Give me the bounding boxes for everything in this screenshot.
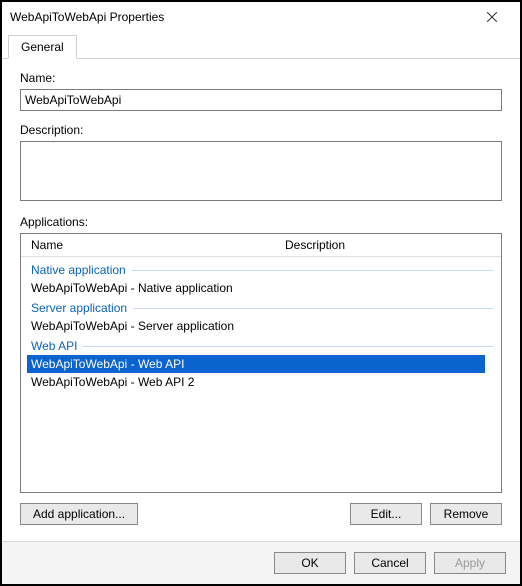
column-header-description[interactable]: Description	[281, 238, 501, 252]
name-input[interactable]	[20, 89, 502, 111]
description-label: Description:	[20, 123, 502, 137]
group-header[interactable]: Web API	[27, 335, 495, 355]
apply-button[interactable]: Apply	[434, 552, 506, 574]
applications-header: Name Description	[21, 234, 501, 257]
applications-label: Applications:	[20, 215, 502, 229]
group-header-line	[132, 270, 493, 271]
ok-button[interactable]: OK	[274, 552, 346, 574]
window-title: WebApiToWebApi Properties	[10, 10, 472, 24]
name-label: Name:	[20, 71, 502, 85]
group-header-line	[83, 346, 493, 347]
close-icon	[487, 12, 497, 22]
description-input[interactable]	[20, 141, 502, 201]
tab-general[interactable]: General	[8, 35, 77, 59]
cancel-button[interactable]: Cancel	[354, 552, 426, 574]
add-application-button[interactable]: Add application...	[20, 503, 138, 525]
applications-button-row: Add application... Edit... Remove	[20, 503, 502, 525]
remove-button[interactable]: Remove	[430, 503, 502, 525]
close-button[interactable]	[472, 3, 512, 31]
dialog-footer: OK Cancel Apply	[2, 541, 520, 584]
column-header-name[interactable]: Name	[21, 238, 281, 252]
properties-dialog: WebApiToWebApi Properties General Name: …	[0, 0, 522, 586]
group-header[interactable]: Server application	[27, 297, 495, 317]
application-row[interactable]: WebApiToWebApi - Web API	[27, 355, 485, 373]
application-row[interactable]: WebApiToWebApi - Server application	[27, 317, 495, 335]
titlebar: WebApiToWebApi Properties	[2, 2, 520, 32]
group-header[interactable]: Native application	[27, 259, 495, 279]
group-header-label: Server application	[31, 301, 127, 315]
group-header-label: Web API	[31, 339, 77, 353]
applications-list[interactable]: Native application WebApiToWebApi - Nativ…	[21, 257, 501, 492]
tab-content-general: Name: Description: Applications: Name De…	[2, 59, 520, 541]
applications-list-box: Name Description Native application WebAp…	[20, 233, 502, 493]
group-header-line	[133, 308, 493, 309]
group-header-label: Native application	[31, 263, 126, 277]
application-row[interactable]: WebApiToWebApi - Native application	[27, 279, 495, 297]
edit-button[interactable]: Edit...	[350, 503, 422, 525]
application-row[interactable]: WebApiToWebApi - Web API 2	[27, 373, 495, 391]
tabstrip: General	[2, 34, 520, 59]
